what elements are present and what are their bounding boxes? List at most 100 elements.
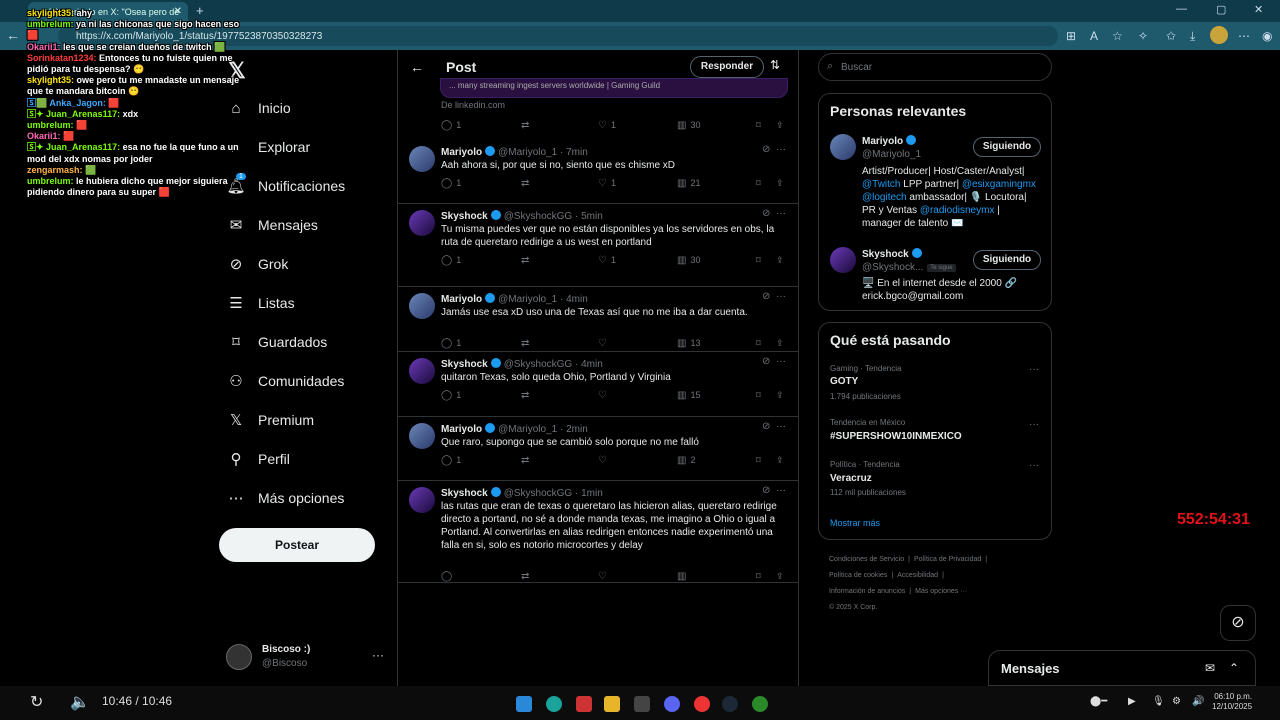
like-action[interactable]: ♡ bbox=[598, 455, 611, 466]
reply-action[interactable]: ◯ 1 bbox=[441, 338, 461, 349]
more-icon[interactable]: ··· bbox=[776, 356, 786, 367]
reply-action[interactable]: ◯ bbox=[441, 571, 456, 582]
replay-icon[interactable]: ↻ bbox=[30, 692, 43, 712]
favorite-star-icon[interactable]: ☆ bbox=[1112, 29, 1123, 43]
footer-link[interactable]: Información de anuncios bbox=[829, 588, 905, 595]
close-window-icon[interactable]: ✕ bbox=[1254, 3, 1263, 16]
nav-item-grok[interactable]: ⊘ Grok bbox=[226, 249, 289, 279]
tweet-time[interactable]: 4min bbox=[581, 359, 603, 370]
nav-item-perfil[interactable]: ⚲ Perfil bbox=[226, 444, 290, 474]
mention-link[interactable]: @Twitch bbox=[862, 179, 901, 190]
like-action[interactable]: ♡ 1 bbox=[598, 120, 616, 131]
speaker-icon[interactable]: 🔊 bbox=[1192, 696, 1204, 707]
avatar[interactable] bbox=[830, 247, 856, 273]
tweet[interactable]: Skyshock @SkyshockGG · 4min ⊘ ··· quitaron … bbox=[398, 352, 798, 417]
views-action[interactable]: ▥ bbox=[677, 571, 690, 582]
new-message-icon[interactable]: ✉ bbox=[1205, 661, 1215, 675]
repost-action[interactable]: ⇄ bbox=[521, 571, 533, 582]
grok-icon[interactable]: ⊘ bbox=[762, 356, 770, 367]
trend-name[interactable]: Veracruz bbox=[830, 473, 872, 484]
more-icon[interactable]: ··· bbox=[1029, 460, 1039, 471]
back-arrow-icon[interactable]: ← bbox=[6, 27, 20, 43]
chevron-up-icon[interactable]: ⌃ bbox=[1229, 661, 1239, 675]
messages-dock[interactable]: Mensajes ✉ ⌃ bbox=[988, 650, 1256, 686]
extensions-icon[interactable]: ✧ bbox=[1138, 29, 1148, 43]
repost-action[interactable]: ⇄ bbox=[521, 455, 533, 466]
share-icon[interactable]: ⇪ bbox=[776, 455, 784, 466]
show-more-link[interactable]: Mostrar más bbox=[830, 518, 880, 528]
reply-action[interactable]: ◯ 1 bbox=[441, 120, 461, 131]
tweet[interactable]: Mariyolo @Mariyolo_1 · 7min ⊘ ··· Aah ahora… bbox=[398, 140, 798, 204]
download-icon[interactable]: ⤓ bbox=[1190, 29, 1195, 44]
footer-link[interactable]: Accesibilidad bbox=[897, 572, 938, 579]
author-name[interactable]: Mariyolo bbox=[441, 424, 482, 435]
tweet[interactable]: Skyshock @SkyshockGG · 1min ⊘ ··· las rutas… bbox=[398, 481, 798, 583]
share-icon[interactable]: ⇪ bbox=[776, 255, 784, 266]
views-action[interactable]: ▥ 13 bbox=[677, 338, 700, 349]
nav-item-premium[interactable]: 𝕏 Premium bbox=[226, 405, 314, 435]
views-action[interactable]: ▥ 15 bbox=[677, 390, 700, 401]
chrome-icon[interactable] bbox=[694, 696, 710, 712]
views-action[interactable]: ▥ 2 bbox=[677, 455, 695, 466]
footer-link[interactable]: Política de cookies bbox=[829, 572, 887, 579]
like-action[interactable]: ♡ bbox=[598, 338, 611, 349]
share-icon[interactable]: ⇪ bbox=[776, 571, 784, 582]
share-icon[interactable]: ⇪ bbox=[776, 120, 784, 131]
views-action[interactable]: ▥ 30 bbox=[677, 255, 700, 266]
bookmark-icon[interactable]: ⌑ bbox=[756, 455, 761, 466]
avatar[interactable] bbox=[409, 423, 435, 449]
search-input[interactable]: ⌕ Buscar bbox=[818, 53, 1052, 81]
tweet[interactable]: Mariyolo @Mariyolo_1 · 4min ⊘ ··· Jamás use… bbox=[398, 287, 798, 352]
trend-name[interactable]: GOTY bbox=[830, 376, 858, 387]
more-icon[interactable]: ··· bbox=[372, 648, 384, 662]
bookmark-icon[interactable]: ⌑ bbox=[756, 571, 761, 582]
author-name[interactable]: Skyshock bbox=[441, 488, 488, 499]
share-icon[interactable]: ⇪ bbox=[776, 338, 784, 349]
following-button[interactable]: Siguiendo bbox=[973, 250, 1041, 270]
grok-icon[interactable]: ⊘ bbox=[762, 421, 770, 432]
like-action[interactable]: ♡ 1 bbox=[598, 255, 616, 266]
grok-icon[interactable]: ⊘ bbox=[762, 144, 770, 155]
copilot-icon[interactable]: ◉ bbox=[1262, 29, 1272, 43]
obs-icon[interactable] bbox=[634, 696, 650, 712]
mention-link[interactable]: @esixgamingmx bbox=[962, 179, 1036, 190]
reply-button[interactable]: Responder bbox=[690, 56, 764, 78]
like-action[interactable]: ♡ bbox=[598, 571, 611, 582]
tweet-time[interactable]: 7min bbox=[566, 147, 588, 158]
more-icon[interactable]: ··· bbox=[776, 291, 786, 302]
person-name[interactable]: Skyshock bbox=[862, 248, 925, 260]
grok-icon[interactable]: ⊘ bbox=[762, 208, 770, 219]
avatar[interactable] bbox=[409, 210, 435, 236]
footer-link[interactable]: Política de Privacidad bbox=[914, 556, 981, 563]
toggle-icon[interactable]: ⬤━ bbox=[1090, 696, 1107, 707]
grok-icon[interactable]: ⊘ bbox=[762, 485, 770, 496]
post-button[interactable]: Postear bbox=[219, 528, 375, 562]
avatar[interactable] bbox=[409, 358, 435, 384]
nav-item-comunidades[interactable]: ⚇ Comunidades bbox=[226, 366, 344, 396]
tweet-time[interactable]: 2min bbox=[566, 424, 588, 435]
reply-action[interactable]: ◯ 1 bbox=[441, 390, 461, 401]
nav-item-guardados[interactable]: ⌑ Guardados bbox=[226, 327, 327, 357]
more-icon[interactable]: ··· bbox=[776, 208, 786, 219]
author-name[interactable]: Mariyolo bbox=[441, 147, 482, 158]
share-icon[interactable]: ⇪ bbox=[776, 178, 784, 189]
more-icon[interactable]: ··· bbox=[776, 421, 786, 432]
camera-icon[interactable]: ▶ bbox=[1128, 696, 1136, 707]
system-clock[interactable]: 06:10 p.m. 12/10/2025 bbox=[1212, 692, 1252, 712]
bookmark-icon[interactable]: ⌑ bbox=[756, 178, 761, 189]
back-arrow-icon[interactable]: ← bbox=[410, 59, 424, 75]
mention-link[interactable]: @radiodisneymx bbox=[920, 205, 995, 216]
tweet[interactable]: Skyshock @SkyshockGG · 5min ⊘ ··· Tu misma … bbox=[398, 204, 798, 287]
folder-icon[interactable] bbox=[604, 696, 620, 712]
author-name[interactable]: Mariyolo bbox=[441, 294, 482, 305]
favorites-icon[interactable]: ✩ bbox=[1166, 29, 1176, 43]
tweet-time[interactable]: 4min bbox=[566, 294, 588, 305]
app-icon[interactable] bbox=[576, 696, 592, 712]
repost-action[interactable]: ⇄ bbox=[521, 178, 533, 189]
reply-action[interactable]: ◯ 1 bbox=[441, 178, 461, 189]
more-icon[interactable]: ··· bbox=[776, 144, 786, 155]
following-button[interactable]: Siguiendo bbox=[973, 137, 1041, 157]
maximize-icon[interactable]: ▢ bbox=[1216, 3, 1226, 16]
steam-icon[interactable] bbox=[722, 696, 738, 712]
bookmark-icon[interactable]: ⌑ bbox=[756, 120, 761, 131]
